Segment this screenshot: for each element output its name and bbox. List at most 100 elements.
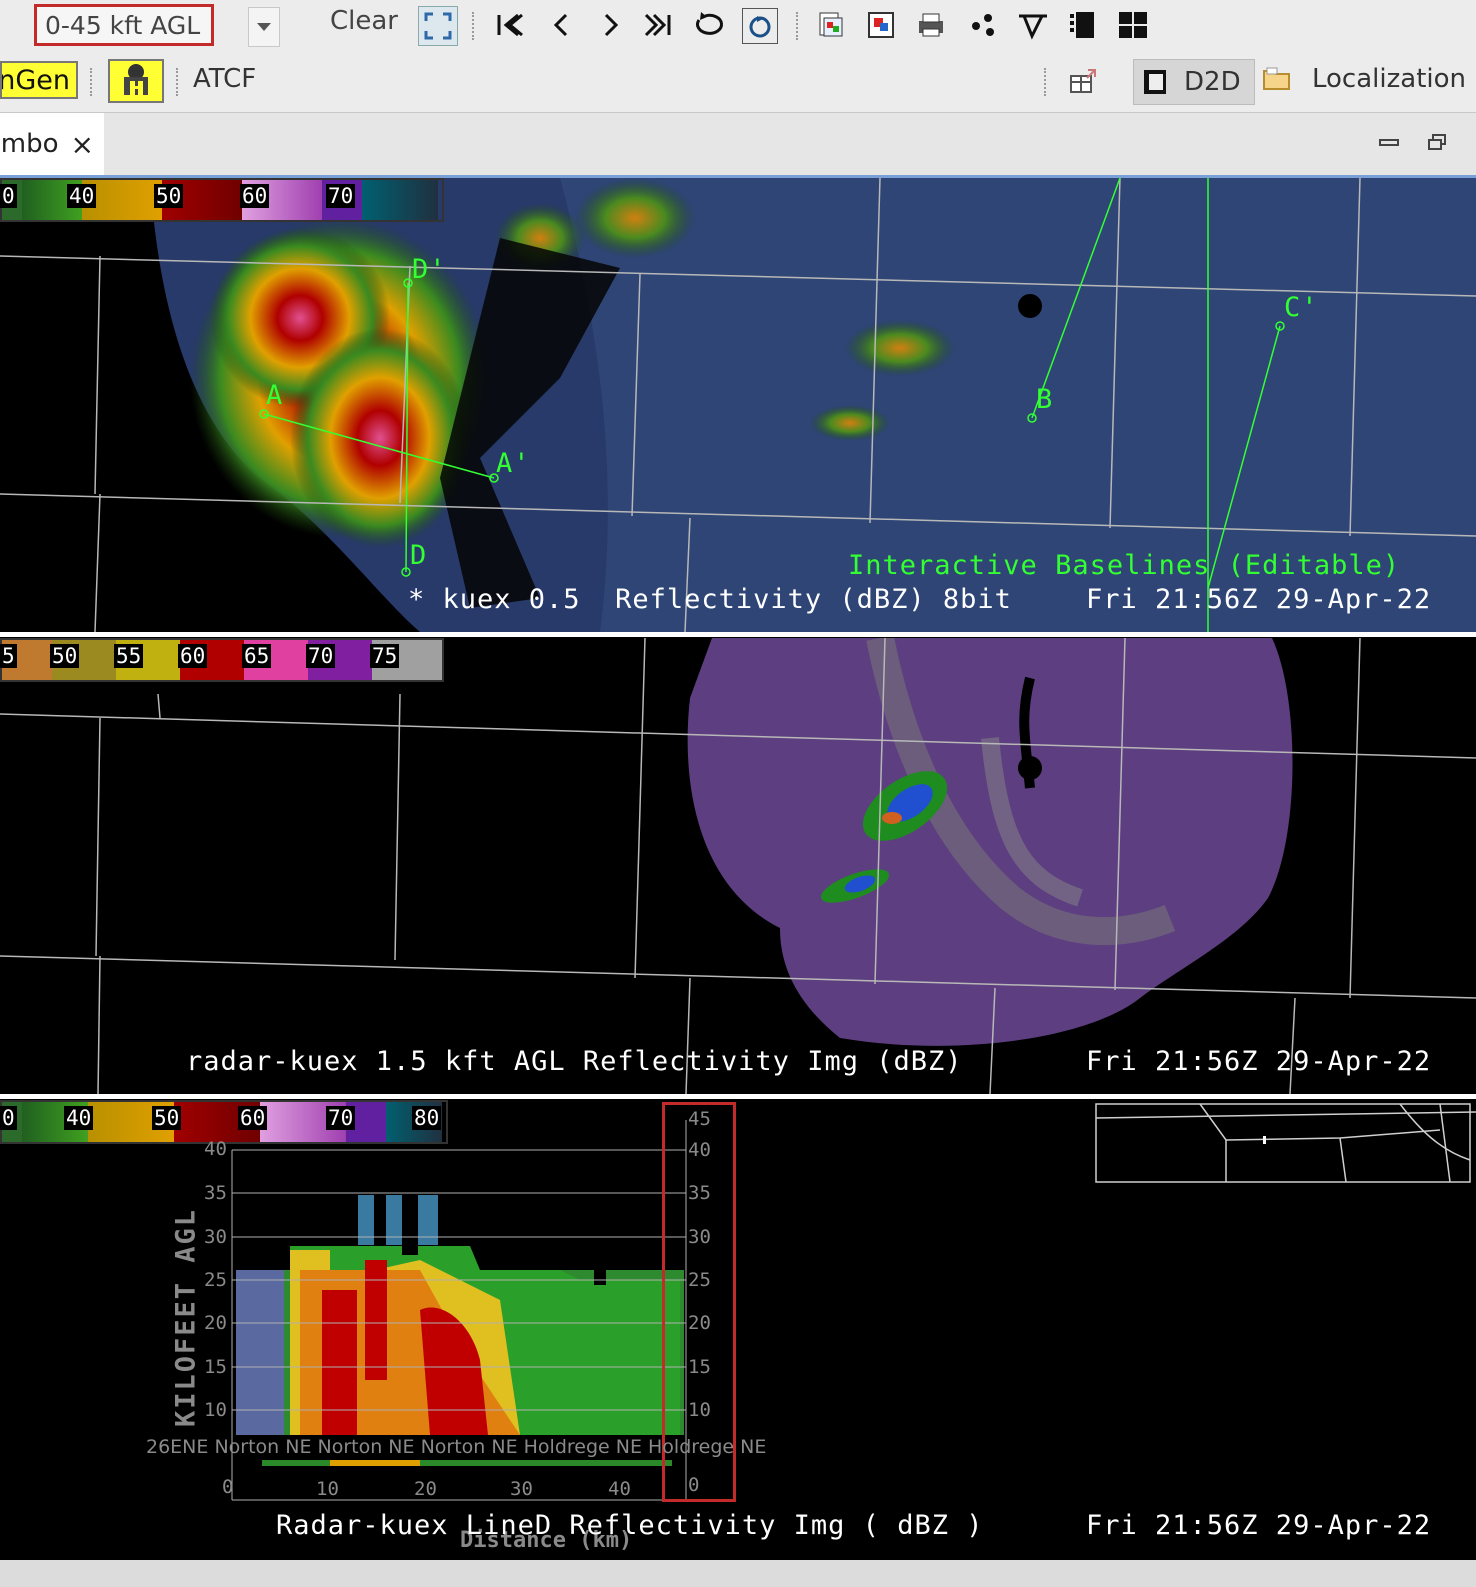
y-tick-right: 25 <box>688 1269 711 1291</box>
y-tick-left: 15 <box>204 1356 227 1378</box>
colorbar-tick: 65 <box>242 644 272 668</box>
colorbar-tick: 40 <box>64 1106 94 1130</box>
loop-icon[interactable] <box>690 6 728 44</box>
tab-combo[interactable]: ombo × <box>0 113 104 175</box>
y-tick-left: 35 <box>204 1182 227 1204</box>
product-legend[interactable]: Radar-kuex LineD Reflectivity Img ( dBZ … <box>276 1510 983 1541</box>
product-time: Fri 21:56Z 29-Apr-22 <box>1086 1510 1432 1541</box>
colorbar-tick: 0 <box>0 184 17 208</box>
toolbar-separator <box>1044 68 1048 96</box>
points-icon[interactable] <box>964 6 1002 44</box>
y-tick-left: 25 <box>204 1269 227 1291</box>
toolbar-separator <box>796 12 800 40</box>
y-tick-right: 15 <box>688 1356 711 1378</box>
main-toolbar: 0-45 kft AGL Clear <box>0 0 1476 52</box>
colorbar-tick: 60 <box>238 1106 268 1130</box>
colorbar-tick: 50 <box>152 1106 182 1130</box>
status-bar <box>0 1560 1476 1587</box>
x-tick: 40 <box>608 1478 631 1500</box>
localization-perspective-button[interactable]: Localization <box>1262 64 1466 94</box>
baseline-label-d-prime[interactable]: D' <box>412 254 447 285</box>
baseline-label-c-prime[interactable]: C' <box>1284 292 1319 323</box>
print-icon[interactable] <box>912 6 950 44</box>
colorbar-tick: 70 <box>326 1106 356 1130</box>
x-tick: 20 <box>414 1478 437 1500</box>
clear-button[interactable]: Clear <box>330 6 398 36</box>
product-legend[interactable]: * kuex 0.5 Reflectivity (dBZ) 8bit <box>408 584 1012 615</box>
colorbar-tick: 0 <box>0 1106 17 1130</box>
baselines-icon[interactable] <box>1014 6 1052 44</box>
colorbar-tick: 70 <box>326 184 356 208</box>
open-perspective-icon[interactable] <box>1064 63 1102 101</box>
hazard-house-icon <box>124 64 148 95</box>
next-frame-icon[interactable] <box>592 6 630 44</box>
image-combine-icon[interactable] <box>862 6 900 44</box>
y-tick-left: 10 <box>204 1399 227 1421</box>
y-tick-right: 40 <box>688 1139 711 1161</box>
radar-pane-reflectivity-0-5[interactable]: 0 40 50 60 70 A A' B C' D D' Interactive… <box>0 178 1476 632</box>
colorbar-tick: 60 <box>178 644 208 668</box>
x-tick: 10 <box>316 1478 339 1500</box>
y-tick-left: 30 <box>204 1226 227 1248</box>
y-tick-left: 40 <box>204 1138 227 1160</box>
editor-tab-bar: ombo × <box>0 113 1476 178</box>
tab-combo-label: ombo <box>0 129 59 159</box>
colorbar-tick: 55 <box>114 644 144 668</box>
baseline-label-a-prime[interactable]: A' <box>496 448 531 479</box>
cross-section-locations: 26ENE Norton NE Norton NE Norton NE Hold… <box>146 1436 767 1458</box>
product-time: Fri 21:56Z 29-Apr-22 <box>1086 584 1432 615</box>
y-tick-right: 20 <box>688 1312 711 1334</box>
minimize-icon[interactable] <box>1374 123 1404 161</box>
d2d-icon <box>1144 70 1166 94</box>
toolbar-separator <box>176 68 180 96</box>
zoom-extent-icon[interactable] <box>418 6 458 46</box>
product-legend[interactable]: radar-kuex 1.5 kft AGL Reflectivity Img … <box>186 1046 963 1077</box>
hazard-services-button[interactable] <box>108 59 164 103</box>
product-time: Fri 21:56Z 29-Apr-22 <box>1086 1046 1432 1077</box>
y-tick-right: 30 <box>688 1226 711 1248</box>
colorbar-tick: 5 <box>0 644 17 668</box>
colorbar-tick: 70 <box>306 644 336 668</box>
d2d-perspective-button[interactable]: D2D <box>1133 59 1255 105</box>
baseline-label-d[interactable]: D <box>410 540 427 571</box>
x-tick: 0 <box>222 1476 234 1498</box>
maximize-icon[interactable] <box>1422 123 1452 161</box>
colorbar-tick: 50 <box>50 644 80 668</box>
y-axis-title: KILOFEET AGL <box>170 1207 202 1428</box>
colorbar-tick: 75 <box>370 644 400 668</box>
baseline-label-a[interactable]: A <box>266 380 283 411</box>
localization-label: Localization <box>1312 64 1466 94</box>
toolbar-separator <box>90 68 94 96</box>
x-tick: 30 <box>510 1478 533 1500</box>
colorbar-tick: 60 <box>240 184 270 208</box>
d2d-label: D2D <box>1184 67 1241 97</box>
height-range-select[interactable]: 0-45 kft AGL <box>34 4 214 46</box>
chevron-down-icon[interactable] <box>248 7 280 47</box>
last-frame-icon[interactable] <box>640 6 678 44</box>
atcf-menu[interactable]: ATCF <box>193 64 256 94</box>
single-pane-icon[interactable] <box>1064 6 1102 44</box>
pane-divider <box>0 632 1476 637</box>
close-icon[interactable]: × <box>71 128 94 161</box>
radar-pane-cross-section[interactable]: 0 40 50 60 70 80 KILOFEET AGL 40 35 30 2… <box>0 1100 1476 1560</box>
colorbar-tick: 50 <box>154 184 184 208</box>
image-properties-icon[interactable] <box>812 6 850 44</box>
radar-map-image <box>0 638 1476 1094</box>
toolbar-separator <box>472 12 476 40</box>
baseline-label-b[interactable]: B <box>1036 384 1053 415</box>
perspective-toolbar: nGen ATCF D2D Localization <box>0 52 1476 113</box>
colorbar-tick: 80 <box>412 1106 442 1130</box>
y-tick-right: 10 <box>688 1399 711 1421</box>
pane-divider <box>0 1094 1476 1099</box>
loop-properties-icon[interactable] <box>742 8 778 44</box>
ngen-button[interactable]: nGen <box>0 61 78 99</box>
interactive-baselines-label: Interactive Baselines (Editable) <box>848 550 1401 581</box>
first-frame-icon[interactable] <box>490 6 528 44</box>
y-tick-right: 0 <box>688 1474 700 1496</box>
four-panel-icon[interactable] <box>1114 6 1152 44</box>
y-tick-left: 20 <box>204 1312 227 1334</box>
previous-frame-icon[interactable] <box>542 6 580 44</box>
radar-pane-reflectivity-1-5kft[interactable]: 5 50 55 60 65 70 75 radar-kuex 1.5 kft A… <box>0 638 1476 1094</box>
y-tick-right: 45 <box>688 1108 711 1130</box>
colorbar-tick: 40 <box>67 184 97 208</box>
